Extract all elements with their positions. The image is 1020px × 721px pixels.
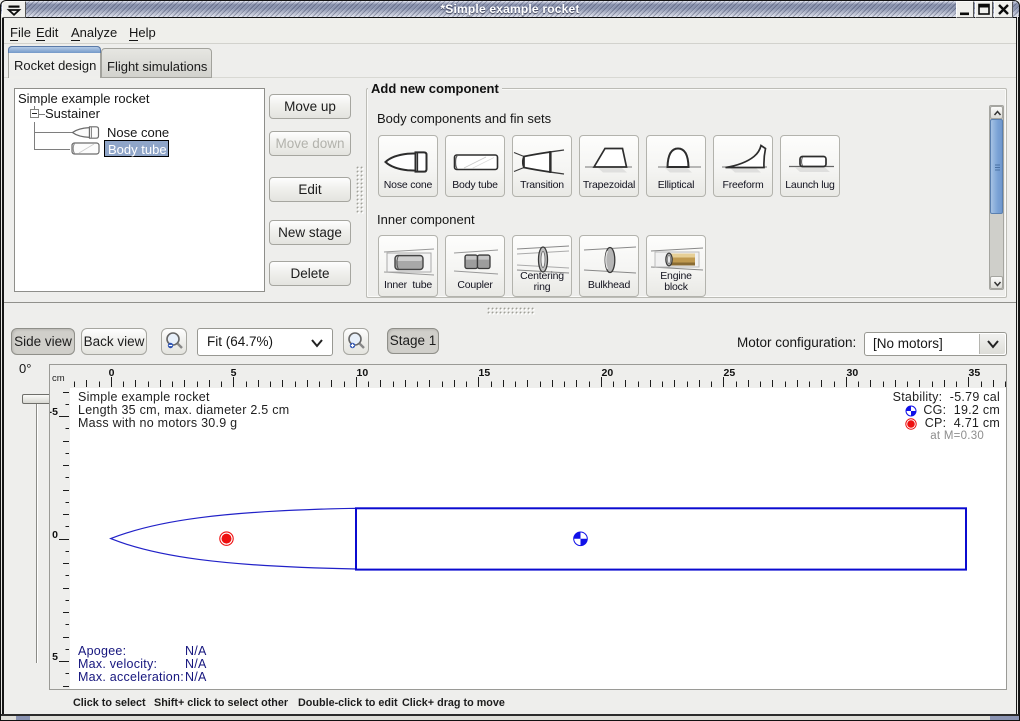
svg-text:30: 30 — [847, 367, 859, 379]
svg-text:5: 5 — [52, 651, 58, 663]
svg-text:10: 10 — [357, 367, 369, 379]
svg-text:15: 15 — [479, 367, 491, 379]
svg-text:20: 20 — [602, 367, 614, 379]
svg-text:5: 5 — [231, 367, 237, 379]
svg-text:0: 0 — [52, 529, 58, 541]
svg-text:25: 25 — [724, 367, 736, 379]
svg-text:0: 0 — [109, 367, 115, 379]
svg-text:-5: -5 — [50, 406, 58, 418]
svg-text:35: 35 — [969, 367, 981, 379]
